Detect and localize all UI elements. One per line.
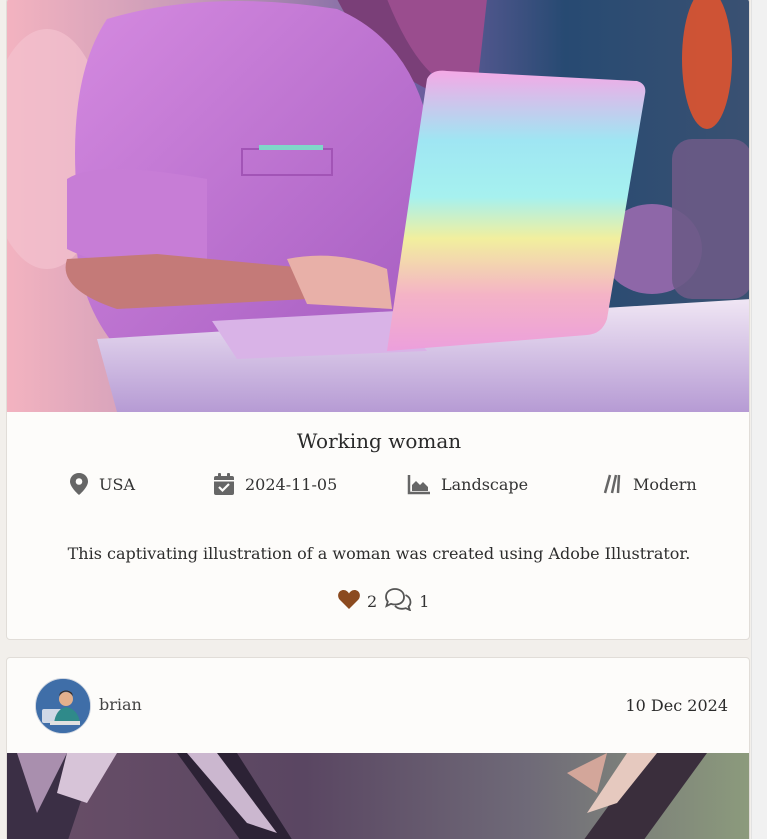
post-image[interactable] [7,0,749,412]
style-text: Modern [633,474,697,494]
post-card: brian 10 Dec 2024 [6,657,750,839]
meta-style: Modern [603,471,697,497]
meta-location: USA [69,471,135,497]
post-date: 10 Dec 2024 [625,696,728,715]
style-lines-icon [603,473,623,495]
like-button[interactable]: 2 [337,588,377,614]
comments-count: 1 [419,591,430,611]
likes-count: 2 [367,591,378,611]
post-image[interactable] [7,753,749,839]
page-scrollbar[interactable] [751,0,767,839]
post-stats: 2 1 [337,587,429,615]
meta-date: 2024-11-05 [213,471,337,497]
username[interactable]: brian [99,695,142,714]
post-card: Working woman USA 2024-11-05 Landscape M… [6,0,750,640]
meta-orientation: Landscape [407,471,528,497]
comments-button[interactable]: 1 [383,587,429,615]
orientation-text: Landscape [441,474,529,494]
post-description: This captivating illustration of a woman… [67,544,691,563]
post-title: Working woman [296,429,462,453]
location-pin-icon [69,472,89,496]
heart-icon [337,588,361,614]
landscape-icon [407,473,431,495]
calendar-icon [213,472,235,496]
location-text: USA [99,474,135,494]
date-text: 2024-11-05 [245,474,338,494]
comments-icon [383,587,413,615]
avatar[interactable] [35,678,91,734]
